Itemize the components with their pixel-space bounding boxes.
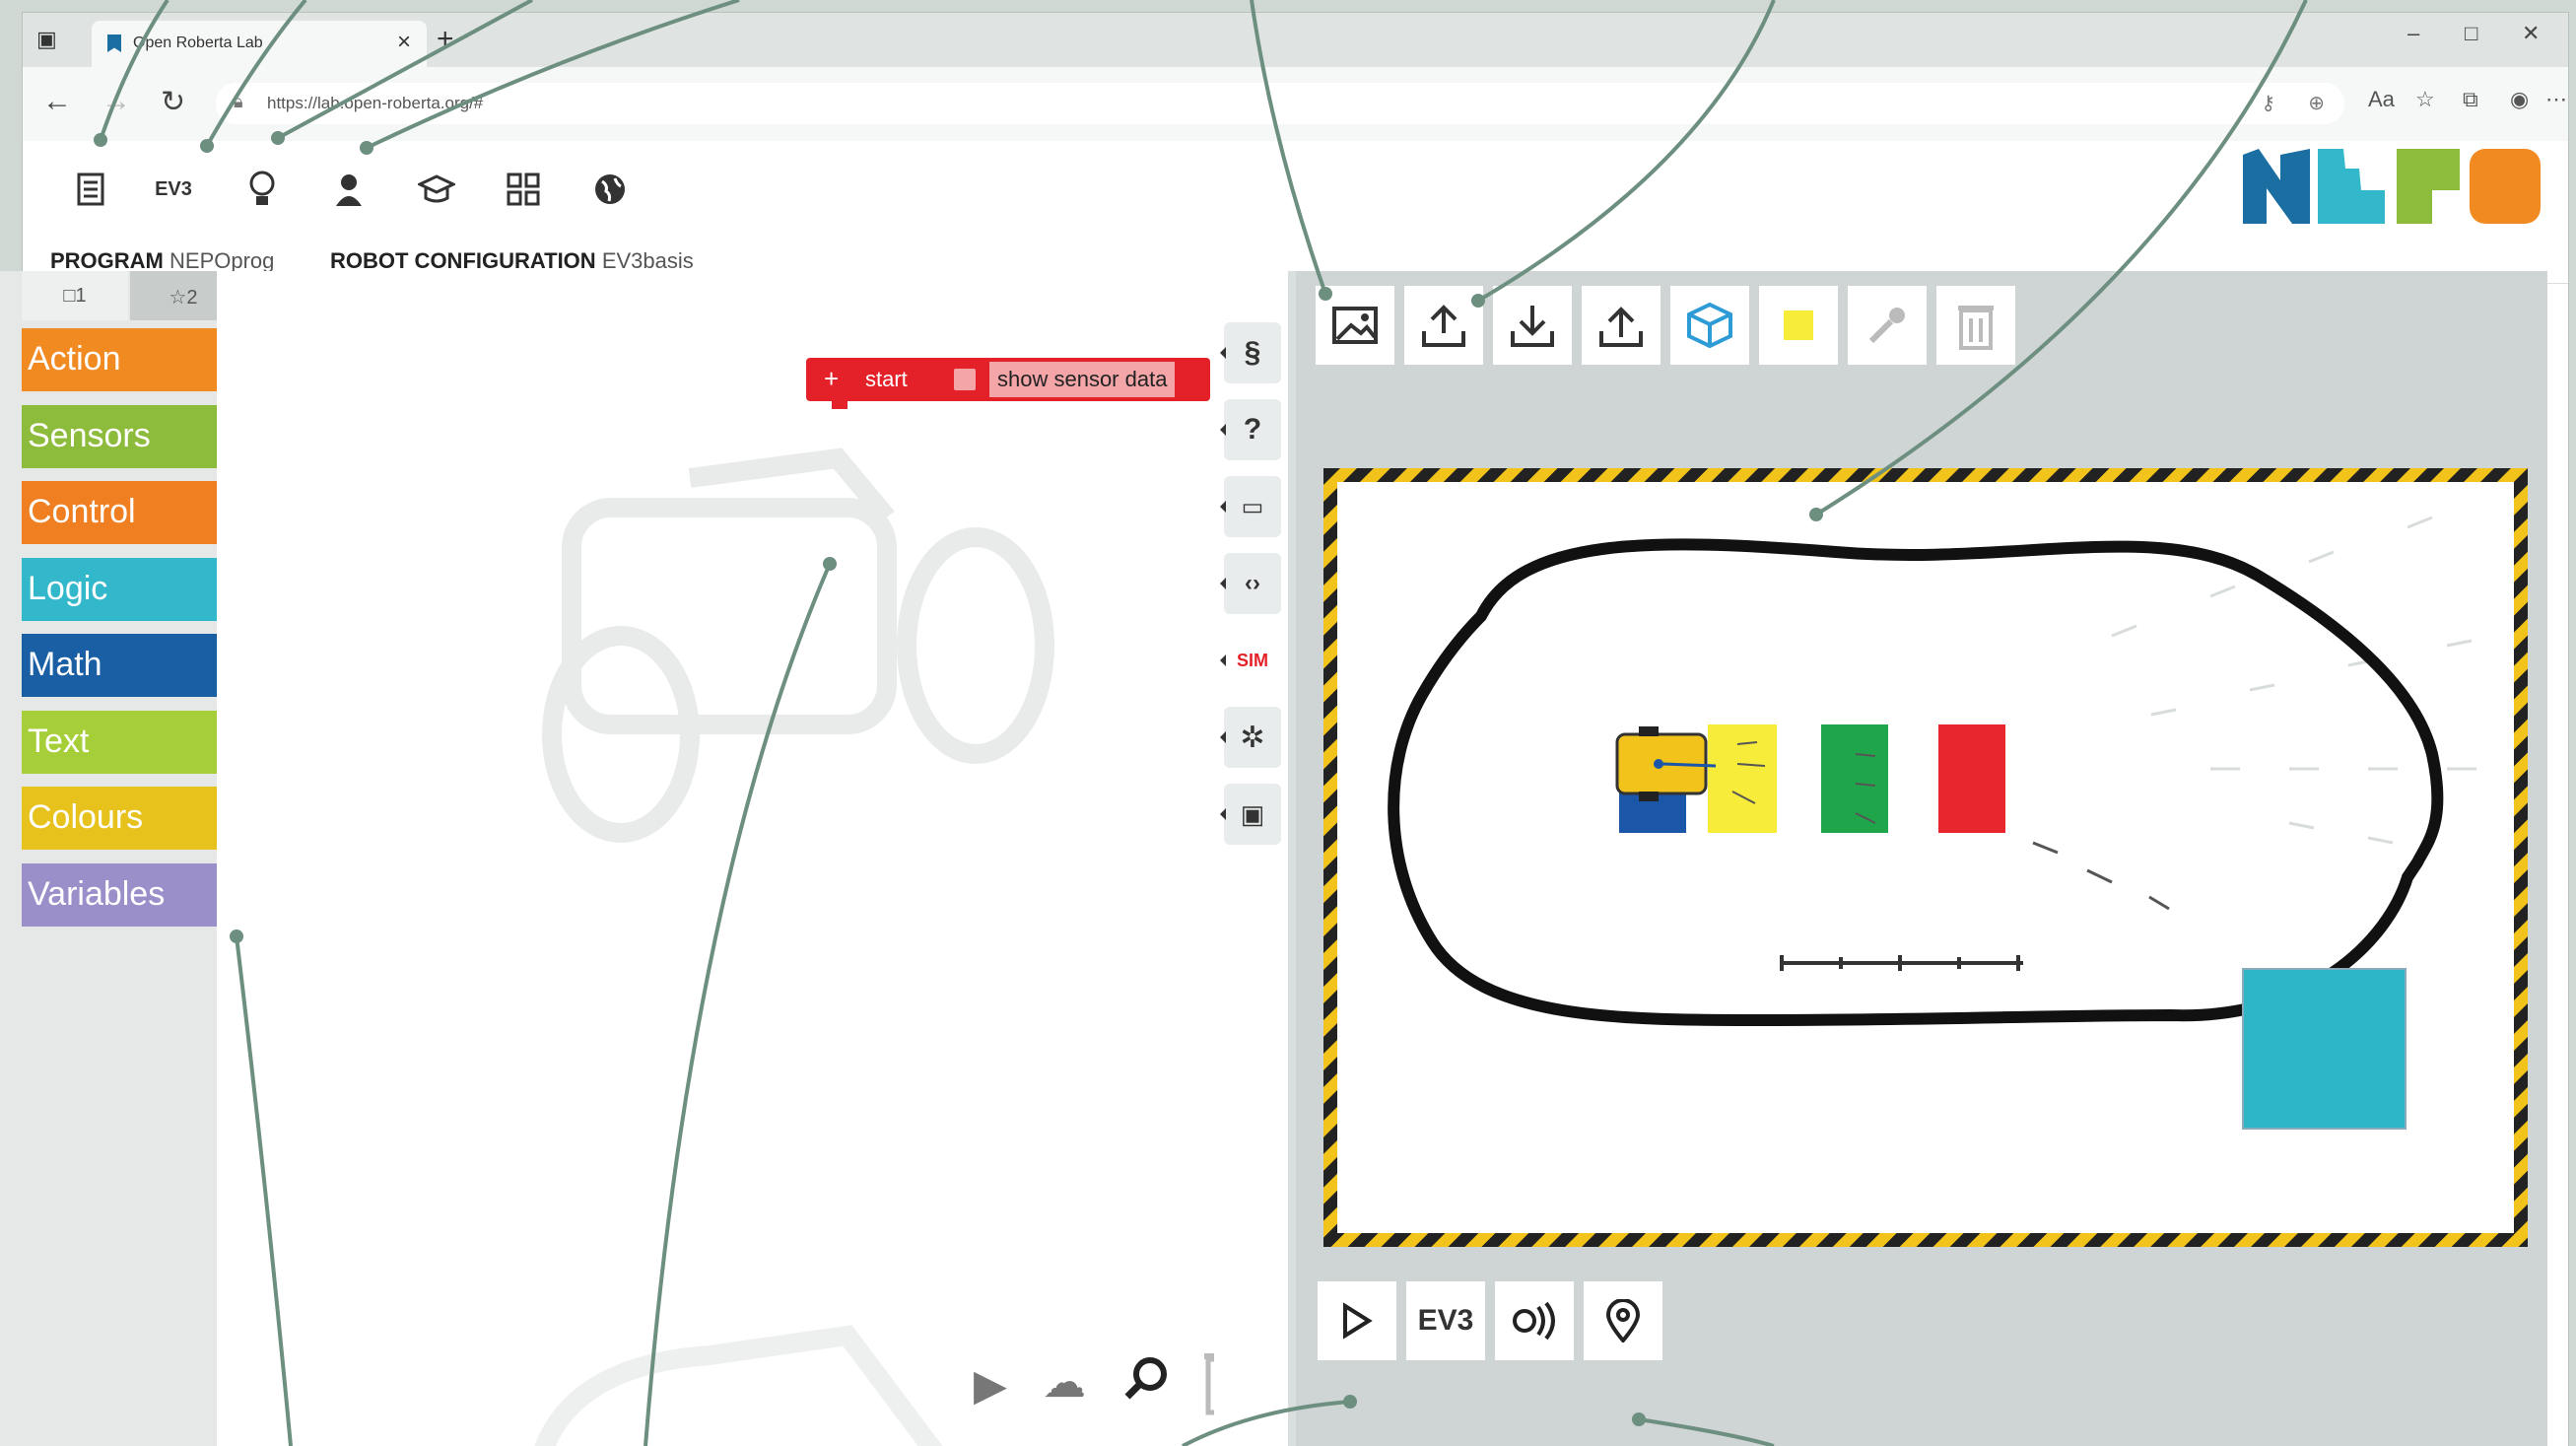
url-text: https://lab.open-roberta.org/# [267,94,484,112]
category-math[interactable]: Math [22,634,238,697]
trash-icon[interactable] [1936,286,2015,365]
sensor-data-checkbox[interactable] [954,369,976,390]
gallery-icon[interactable] [501,167,546,212]
tab-config-label: ROBOT CONFIGURATION [330,248,596,273]
category-sensors[interactable]: Sensors [22,404,238,468]
sidebar-toggle-icon[interactable]: ▣ [36,27,57,52]
app-header: EV3 [23,141,2568,235]
simulated-robot[interactable] [1615,726,1717,801]
address-bar-row: ← → ↻ 🔒︎ https://lab.open-roberta.org/# … [23,67,2568,141]
category-text[interactable]: Text [22,710,238,774]
category-logic[interactable]: Logic [22,557,238,621]
cube-icon[interactable] [1670,286,1749,365]
simulation-panel: EV3 [1296,271,2547,1446]
download-icon[interactable] [1493,286,1572,365]
ev3-icon[interactable]: EV3 [151,167,196,212]
blockly-workspace[interactable]: + start show sensor data ▶ ☁ [217,271,1255,1446]
add-parameter-icon[interactable]: + [824,364,839,394]
user-icon[interactable] [326,167,372,212]
robot-watermark [542,448,1054,843]
show-sensor-data-label: show sensor data [989,362,1176,397]
zoom-search-icon[interactable] [1123,1355,1169,1412]
yellow-swatch [1784,310,1813,340]
sim-ev3-button[interactable]: EV3 [1406,1281,1485,1360]
zoom-icon[interactable]: ⊕ [2308,91,2325,115]
edit-icon[interactable] [68,167,113,212]
category-colours[interactable]: Colours [22,787,238,850]
sim-play-button[interactable] [1318,1281,1396,1360]
sim-tab[interactable]: SIM [1220,630,1281,691]
lock-icon: 🔒︎ [234,92,243,111]
simulation-scene[interactable] [1323,468,2528,1247]
url-field[interactable]: 🔒︎ https://lab.open-roberta.org/# ⚷ ⊕ [216,83,2344,124]
new-tab-button[interactable]: + [437,23,454,56]
source-code-icon[interactable]: ‹› [1220,553,1281,614]
browser-titlebar: ▣ Open Roberta Lab × + – □ ✕ [23,13,2568,67]
category-action[interactable]: Action [22,328,238,391]
cyan-obstacle[interactable] [2242,968,2407,1130]
graduation-cap-icon[interactable] [414,167,459,212]
level-1-tab[interactable]: □1 [22,271,128,320]
tab-close-button[interactable]: × [397,29,411,56]
category-variables[interactable]: Variables [22,862,238,927]
key-icon[interactable]: ⚷ [2261,91,2275,115]
robot-watermark-bottom [534,1325,943,1446]
comment-icon[interactable]: ▭ [1220,476,1281,537]
category-control[interactable]: Control [22,481,238,544]
block-notch [832,401,847,409]
tab-program-label: PROGRAM [50,248,164,273]
language-icon[interactable] [587,167,633,212]
maximize-button[interactable]: □ [2465,21,2477,46]
favicon-icon [107,34,121,52]
lightbulb-icon[interactable] [239,167,285,212]
upload-icon[interactable] [1404,286,1483,365]
help-icon[interactable]: ? [1220,399,1281,460]
tab-config-name: EV3basis [601,248,694,273]
more-icon[interactable]: ⋯ [2545,87,2567,112]
tab-program-name: NEPOprog [169,248,275,273]
export-icon[interactable] [1582,286,1661,365]
yellow-marker [1708,724,1777,833]
image-icon[interactable] [1316,286,1394,365]
webcam-icon[interactable]: ▣ [1220,784,1281,845]
forward-icon[interactable]: → [102,85,131,118]
browser-tab[interactable]: Open Roberta Lab × [92,21,427,67]
read-aloud-icon[interactable]: Aa [2368,87,2395,112]
side-toolbar: § ? ▭ ‹› SIM ✲ ▣ [1214,271,1288,1446]
open-roberta-logo [2243,149,2541,224]
color-square-icon[interactable] [1759,286,1838,365]
close-window-button[interactable]: ✕ [2522,21,2540,46]
tab-title: Open Roberta Lab [133,34,263,51]
start-label: start [865,367,908,391]
sim-sound-icon[interactable] [1495,1281,1574,1360]
minimize-button[interactable]: – [2407,21,2419,46]
red-marker [1938,724,2005,833]
collections-icon[interactable]: ⧉ [2463,87,2478,112]
code-section-icon[interactable]: § [1220,322,1281,383]
back-icon[interactable]: ← [42,85,72,118]
favorites-icon[interactable]: ☆ [2415,87,2435,112]
toolbox-level-tabs: □1 ☆2 [0,271,237,320]
eyedropper-icon[interactable] [1848,286,1927,365]
green-marker [1821,724,1888,833]
panel-divider[interactable] [1288,271,1296,1446]
run-on-robot-icon[interactable]: ▶ [974,1360,1007,1411]
blockly-toolbox: □1 ☆2 Action Sensors Control Logic Math Text C… [0,271,238,1446]
reload-icon[interactable]: ↻ [161,85,185,119]
settings-icon[interactable]: ✲ [1220,707,1281,768]
start-block[interactable]: + start show sensor data [806,358,1210,409]
sim-location-icon[interactable] [1584,1281,1662,1360]
save-cloud-icon[interactable]: ☁ [1043,1357,1086,1408]
profile-icon[interactable]: ◉ [2510,87,2529,112]
